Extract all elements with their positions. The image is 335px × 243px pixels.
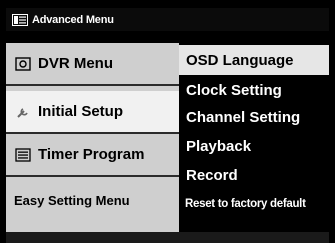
- menu-item-label: DVR Menu: [38, 55, 113, 72]
- submenu-column: OSD Language Clock Setting Channel Setti…: [179, 43, 329, 232]
- submenu-item-label: Clock Setting: [186, 81, 282, 99]
- submenu-item-channel-setting[interactable]: Channel Setting: [179, 102, 329, 132]
- menu-icon: [12, 13, 28, 26]
- submenu-item-label: Channel Setting: [186, 108, 301, 126]
- submenu-item-label: Record: [186, 166, 238, 184]
- menu-item-dvr-menu[interactable]: DVR Menu: [6, 43, 179, 86]
- menu-item-initial-setup[interactable]: Initial Setup: [6, 91, 179, 134]
- submenu-item-label: Reset to factory default: [185, 198, 306, 210]
- tv-menu-screen: Advanced Menu DVR Menu Initial Setup Tim…: [0, 0, 335, 243]
- title-bar: Advanced Menu: [6, 8, 329, 31]
- submenu-item-clock-setting[interactable]: Clock Setting: [179, 75, 329, 105]
- menu-item-label: Timer Program: [38, 146, 145, 163]
- menu-item-timer-program[interactable]: Timer Program: [6, 134, 179, 177]
- dvr-icon: [15, 56, 31, 71]
- menu-item-label: Initial Setup: [38, 103, 124, 120]
- submenu-item-osd-language[interactable]: OSD Language: [179, 45, 329, 75]
- menu-item-label: Easy Setting Menu: [14, 192, 130, 208]
- menu-item-easy-setting[interactable]: Easy Setting Menu: [6, 177, 179, 223]
- submenu-item-playback[interactable]: Playback: [179, 131, 329, 161]
- wrench-icon: [15, 105, 31, 119]
- submenu-item-label: OSD Language: [186, 51, 294, 69]
- main-menu-column: DVR Menu Initial Setup Timer Program Eas…: [6, 43, 179, 232]
- list-icon: [15, 147, 31, 162]
- bottom-bar: [6, 232, 329, 243]
- menu-title: Advanced Menu: [32, 13, 114, 26]
- submenu-item-label: Playback: [186, 137, 252, 155]
- submenu-item-record[interactable]: Record: [179, 160, 329, 190]
- submenu-item-reset-factory-default[interactable]: Reset to factory default: [179, 189, 329, 219]
